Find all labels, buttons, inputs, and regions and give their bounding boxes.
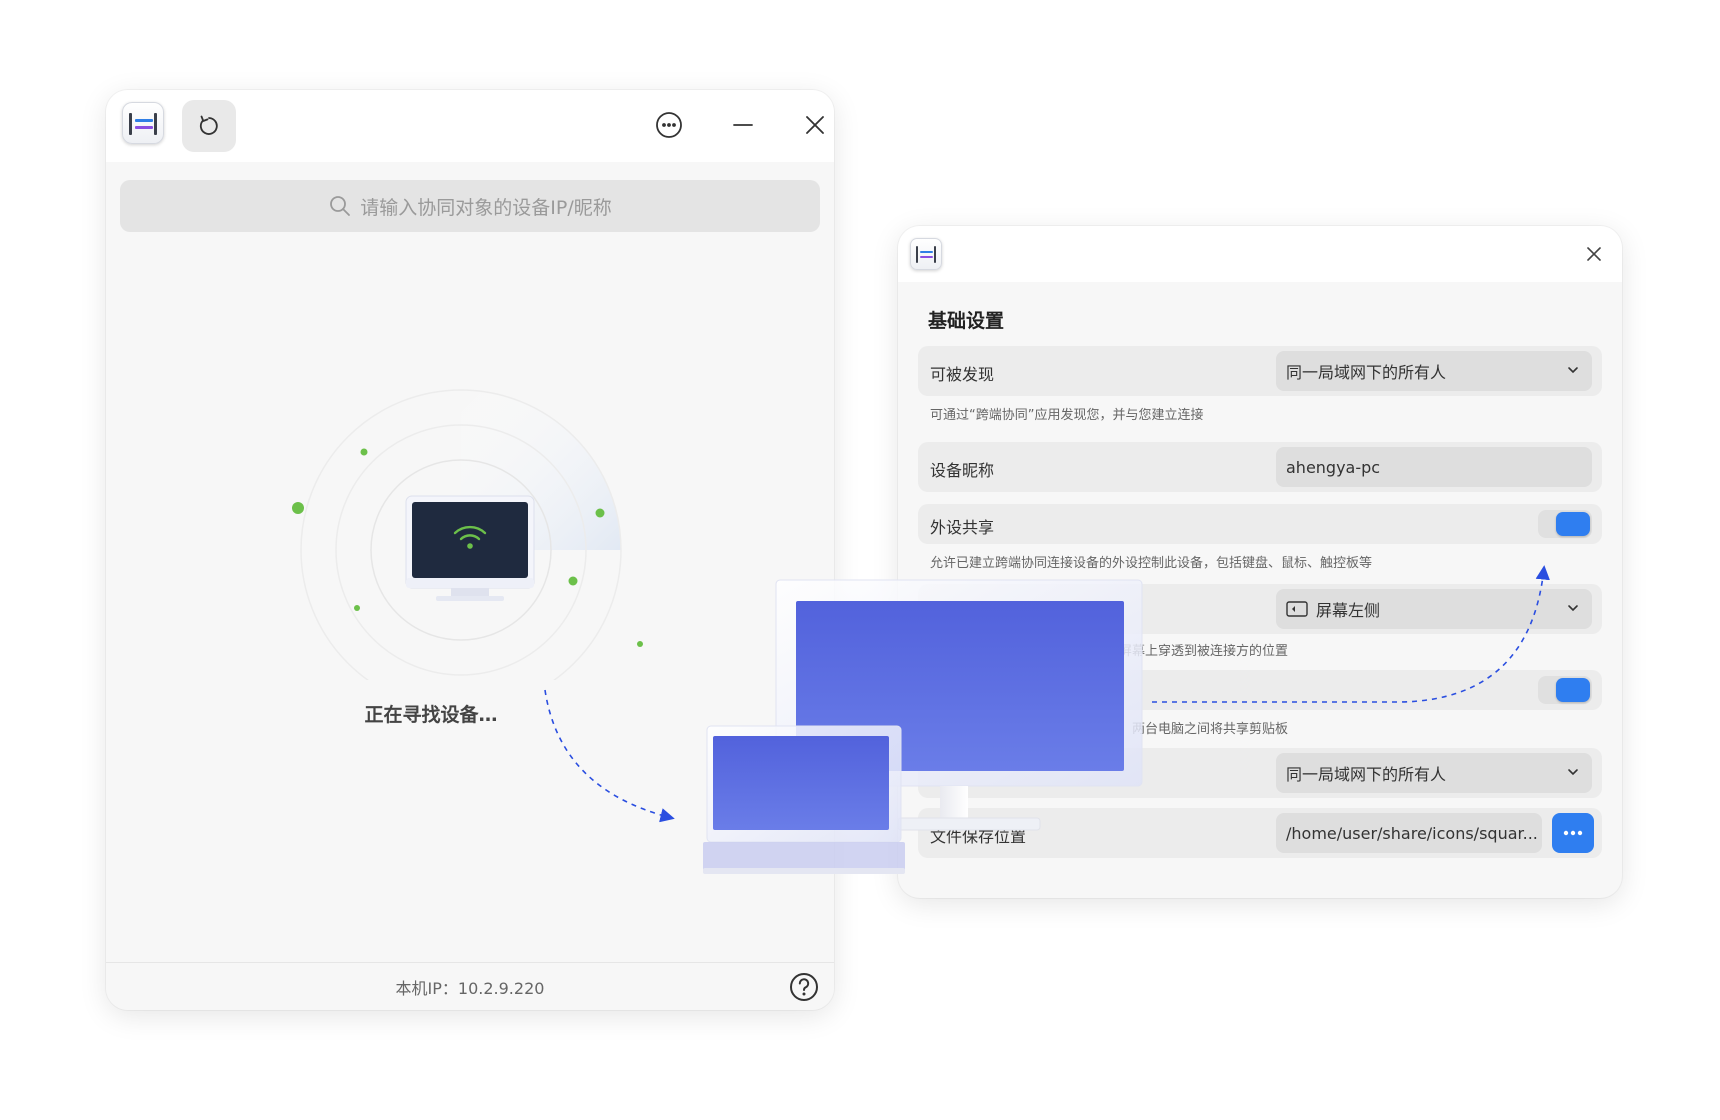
chevron-down-icon [1568,769,1578,776]
main-footer: 本机IP：10.2.9.220 [106,962,834,1010]
device-name-input[interactable]: ahengya-pc [1276,447,1592,487]
help-button[interactable] [788,971,820,1003]
settings-close-button[interactable] [1580,240,1608,268]
device-name-label: 设备昵称 [930,461,995,480]
more-menu-button[interactable] [652,108,686,142]
device-name-value: ahengya-pc [1286,457,1381,477]
minimize-icon [733,124,753,126]
cooperation-app-icon [910,238,942,270]
radar-dot [568,576,578,586]
screen-left-icon [1286,601,1308,617]
main-window: 请输入协同对象的设备IP/昵称 正在寻找设备… 本机IP：10.2.9.220 [106,90,834,1010]
discoverable-row: 可被发现 同一局域网下的所有人 [918,346,1602,396]
monitor-wifi-icon [405,495,535,601]
discoverable-label: 可被发现 [930,365,995,384]
search-placeholder: 请输入协同对象的设备IP/昵称 [360,196,612,219]
file-save-row: 文件保存位置 /home/user/share/icons/squar... [918,808,1602,858]
chevron-down-icon [1568,605,1578,612]
search-icon [330,196,351,216]
screen-position-value: 屏幕左侧 [1316,601,1381,620]
refresh-button[interactable] [182,100,236,152]
discoverable-value: 同一局域网下的所有人 [1286,363,1447,382]
peripheral-sharing-description: 允许已建立跨端协同连接设备的外设控制此设备，包括键盘、鼠标、触控板等 [930,556,1373,571]
help-icon [790,973,818,1001]
screen-position-select[interactable]: 屏幕左侧 [1276,589,1592,629]
settings-titlebar [898,226,1622,282]
discoverable-select[interactable]: 同一局域网下的所有人 [1276,351,1592,391]
chevron-down-icon [1568,367,1578,374]
radar-dot [637,641,643,647]
more-dots-icon [1563,830,1583,836]
file-transfer-row: 同一局域网下的所有人 [918,748,1602,798]
cooperation-app-icon [122,102,164,144]
settings-content: 基础设置 可被发现 同一局域网下的所有人 可通过“跨端协同”应用发现您，并与您建… [906,290,1614,890]
radar-dot [292,502,304,514]
close-icon [806,116,824,134]
search-input[interactable]: 请输入协同对象的设备IP/昵称 [120,180,820,232]
clipboard-sharing-description: 后，两台电脑之间将共享剪贴板 [1106,722,1289,737]
device-radar-illustration [292,389,643,680]
minimize-button[interactable] [726,108,760,142]
file-save-path[interactable]: /home/user/share/icons/squar... [1276,813,1542,853]
close-icon [1587,247,1601,261]
radar-dot [354,605,360,611]
refresh-icon [199,115,218,135]
browse-folder-button[interactable] [1552,813,1594,853]
file-save-value: /home/user/share/icons/squar... [1286,823,1538,843]
peripheral-sharing-label: 外设共享 [930,518,995,537]
local-ip-label: 本机IP：10.2.9.220 [395,979,545,998]
close-button[interactable] [798,108,832,142]
clipboard-sharing-row [918,670,1602,710]
clipboard-sharing-toggle[interactable] [1538,676,1592,704]
device-name-row: 设备昵称 ahengya-pc [918,442,1602,492]
radar-dot [360,448,368,456]
searching-status: 正在寻找设备… [364,704,498,726]
peripheral-sharing-row: 外设共享 [918,504,1602,544]
screen-position-row: 屏幕左侧 [918,584,1602,634]
radar-dot [595,508,605,518]
more-circle-icon [656,112,682,138]
stage: 请输入协同对象的设备IP/昵称 正在寻找设备… 本机IP：10.2.9.220 … [0,0,1720,1120]
file-transfer-value: 同一局域网下的所有人 [1286,765,1447,784]
file-save-label: 文件保存位置 [930,827,1027,846]
settings-window: 基础设置 可被发现 同一局域网下的所有人 可通过“跨端协同”应用发现您，并与您建… [898,226,1622,898]
peripheral-sharing-toggle[interactable] [1538,510,1592,538]
screen-position-description: 备屏幕上穿透到被连接方的位置 [1106,644,1289,659]
file-transfer-select[interactable]: 同一局域网下的所有人 [1276,753,1592,793]
section-title: 基础设置 [928,310,1005,332]
discoverable-description: 可通过“跨端协同”应用发现您，并与您建立连接 [930,408,1204,423]
main-titlebar [106,90,834,162]
